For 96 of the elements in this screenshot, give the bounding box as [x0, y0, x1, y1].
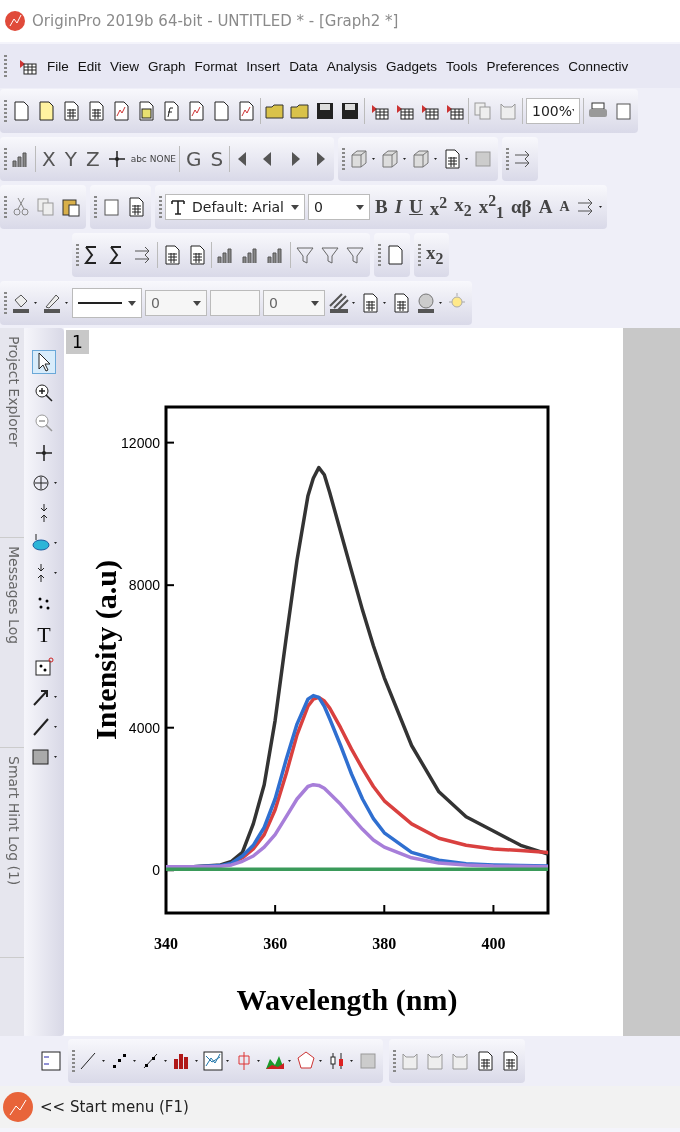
format-button[interactable]: A	[557, 199, 572, 215]
toolbar-grip[interactable]	[94, 196, 97, 218]
toolbar-grip[interactable]	[418, 244, 421, 266]
legend-icon[interactable]	[40, 1050, 62, 1072]
cut-icon[interactable]	[10, 196, 32, 218]
crosshair-icon[interactable]	[33, 442, 55, 464]
paste-icon[interactable]	[60, 196, 82, 218]
column-designation-button[interactable]: Y	[61, 147, 80, 171]
toolbar-grip[interactable]	[393, 1050, 396, 1072]
group-button[interactable]: G	[183, 147, 205, 171]
dropdown-arrow-icon	[193, 300, 201, 306]
toolbar-grip[interactable]	[4, 292, 7, 314]
menu-item[interactable]: Edit	[77, 58, 102, 74]
globe-icon[interactable]	[415, 292, 443, 314]
label-column-button[interactable]: abc	[130, 154, 147, 164]
toolbar-grip[interactable]	[159, 196, 162, 218]
format-button[interactable]: αβ	[509, 196, 534, 218]
box-3d-icon[interactable]	[379, 148, 408, 170]
format-button[interactable]: x$_{2}$	[452, 194, 474, 220]
toolbar-grip[interactable]	[4, 100, 7, 122]
toolbar-grip[interactable]	[4, 196, 7, 218]
line-plot-icon[interactable]	[78, 1050, 106, 1072]
hatch-icon[interactable]	[328, 292, 356, 314]
tick-label: 12000	[121, 434, 160, 451]
toolbar-grip[interactable]	[506, 148, 510, 170]
column-designation-button[interactable]: X	[39, 147, 59, 171]
pattern-color-dropdown[interactable]	[210, 290, 260, 316]
menu-item[interactable]: File	[47, 58, 69, 74]
app-logo-icon	[4, 10, 26, 32]
menu-item[interactable]: Tools	[446, 58, 478, 74]
dropdown-arrow-icon	[128, 300, 136, 306]
line-color-icon[interactable]	[41, 292, 69, 314]
tick-label: 0	[152, 862, 160, 879]
tick-label: 4000	[128, 719, 160, 736]
format-button[interactable]: I	[392, 196, 405, 218]
region-icon[interactable]	[33, 656, 55, 678]
format-button[interactable]: x$^{2}$	[427, 193, 450, 221]
pattern-width-dropdown[interactable]: 0	[263, 290, 325, 316]
menu-item[interactable]: Graph	[148, 58, 186, 74]
x-axis-title: Wavelength (nm)	[236, 983, 458, 1016]
group-button[interactable]: S	[207, 147, 227, 171]
tick-label: 380	[372, 935, 397, 952]
multi-panel-icon[interactable]	[202, 1050, 230, 1072]
pointer-tool-icon[interactable]	[32, 350, 56, 374]
toolbar-grip[interactable]	[76, 244, 79, 266]
start-menu-icon[interactable]	[2, 1091, 34, 1123]
toolbar-grip[interactable]	[378, 244, 381, 266]
fill-color-icon[interactable]	[10, 292, 38, 314]
cube-icon[interactable]	[348, 148, 377, 170]
ellipse-icon[interactable]	[30, 532, 58, 554]
radar-chart-icon[interactable]	[295, 1050, 323, 1072]
menu-item[interactable]: Gadgets	[385, 58, 437, 74]
format-button[interactable]: B	[373, 196, 390, 218]
disregard-column-button[interactable]: NONE	[149, 154, 177, 164]
font-type-icon	[171, 199, 185, 215]
toolbar-grip[interactable]	[72, 1050, 75, 1072]
line-tool-icon[interactable]	[30, 716, 58, 738]
tick-label: 8000	[128, 577, 160, 594]
remove-filter-icon[interactable]	[319, 244, 341, 266]
rectangle-tool-icon[interactable]	[30, 746, 58, 768]
menu-item[interactable]: View	[110, 58, 140, 74]
line-style-dropdown[interactable]	[72, 288, 142, 318]
line-sample-icon	[78, 300, 122, 306]
filter-icon[interactable]	[294, 244, 316, 266]
menu-item[interactable]: Preferences	[486, 58, 560, 74]
font-dropdown[interactable]: Default: Arial	[165, 194, 305, 220]
toolbar-grip[interactable]	[342, 148, 346, 170]
refresh-filter-icon[interactable]	[344, 244, 366, 266]
line-width-dropdown[interactable]: 0	[145, 290, 207, 316]
zoom-in-icon[interactable]	[33, 382, 55, 404]
y-axis-title: Intensity (a.u)	[89, 560, 122, 740]
dropdown-arrow-icon	[311, 300, 319, 306]
tick-label: 400	[481, 935, 506, 952]
zoom-dropdown[interactable]: 100%	[526, 98, 580, 124]
font-size-dropdown[interactable]: 0	[308, 194, 370, 220]
menu-item[interactable]: Data	[289, 58, 318, 74]
target-icon[interactable]	[30, 472, 58, 494]
format-button[interactable]: U	[407, 196, 425, 218]
save-icon[interactable]	[314, 100, 336, 122]
column-designation-button[interactable]: Z	[82, 147, 103, 171]
save-template-icon[interactable]	[339, 100, 361, 122]
start-menu-link[interactable]: << Start menu (F1)	[40, 1098, 189, 1116]
dropdown-arrow-icon	[291, 204, 299, 210]
text-tool[interactable]: T	[37, 622, 51, 648]
format-button[interactable]: A	[536, 196, 555, 218]
tick-label: 360	[263, 935, 288, 952]
menu-item[interactable]: Analysis	[326, 58, 377, 74]
dropdown-arrow-icon	[356, 204, 364, 210]
toolbar-grip[interactable]	[4, 148, 7, 170]
window-title: OriginPro 2019b 64-bit - UNTITLED * - [Graph2 *]	[32, 12, 399, 30]
menu-item[interactable]: Connectiv	[568, 58, 629, 74]
toolbar-grip[interactable]	[4, 55, 7, 77]
menu-item[interactable]: Insert	[246, 58, 281, 74]
layer-number[interactable]: 1	[66, 330, 89, 354]
menu-item[interactable]: Format	[194, 58, 238, 74]
tick-label: 340	[154, 935, 178, 952]
